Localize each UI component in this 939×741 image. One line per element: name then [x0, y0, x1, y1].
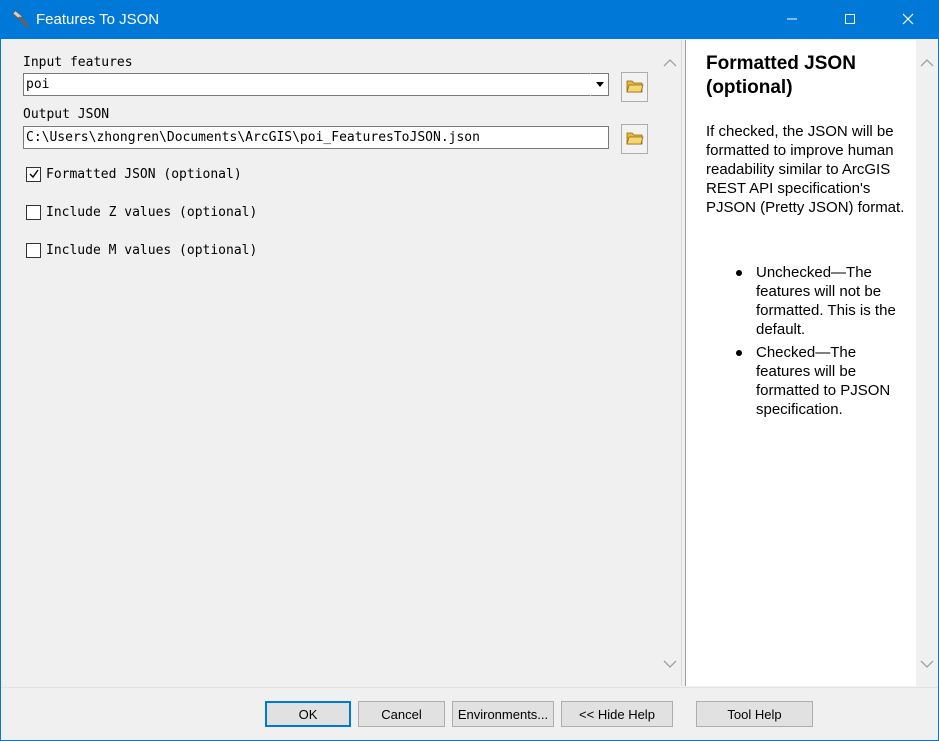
tool-help-button[interactable]: Tool Help	[696, 701, 813, 727]
help-pane: Formatted JSON (optional) If checked, th…	[686, 40, 916, 686]
tool-dialog: Features To JSON Input features poi Outp…	[0, 0, 939, 741]
ok-button[interactable]: OK	[265, 701, 351, 727]
include-m-label: Include M values (optional)	[46, 242, 258, 258]
input-features-dropdown[interactable]: poi	[23, 73, 609, 96]
input-features-label: Input features	[23, 55, 133, 70]
close-icon	[902, 13, 914, 28]
parameters-scrollbar[interactable]	[659, 40, 681, 686]
cancel-button[interactable]: Cancel	[358, 701, 445, 727]
formatted-json-checkbox[interactable]	[26, 166, 41, 182]
browse-input-button[interactable]	[621, 72, 648, 102]
help-list-item: Unchecked—The features will not be forma…	[736, 263, 911, 339]
chevron-up-icon[interactable]	[919, 55, 935, 71]
help-body: If checked, the JSON will be formatted t…	[706, 123, 905, 216]
chevron-down-icon[interactable]	[662, 656, 678, 672]
formatted-json-option[interactable]: Formatted JSON (optional)	[26, 165, 242, 183]
output-json-label: Output JSON	[23, 107, 110, 122]
browse-output-button[interactable]	[621, 124, 648, 154]
include-z-checkbox[interactable]	[26, 204, 41, 220]
help-title: Formatted JSON (optional)	[706, 53, 856, 98]
folder-open-icon	[625, 130, 644, 149]
help-scrollbar[interactable]	[916, 40, 938, 686]
chevron-down-icon[interactable]	[919, 656, 935, 672]
hammer-icon	[11, 10, 31, 30]
window-title: Features To JSON	[36, 11, 160, 28]
include-m-option[interactable]: Include M values (optional)	[26, 241, 257, 259]
parameters-pane: Input features poi Output JSON C:\Users\…	[3, 40, 659, 686]
include-z-label: Include Z values (optional)	[46, 204, 258, 220]
title-bar[interactable]: Features To JSON	[1, 1, 938, 39]
minimize-icon	[786, 13, 798, 28]
include-m-checkbox[interactable]	[26, 242, 41, 258]
dropdown-arrow[interactable]	[590, 73, 609, 96]
button-bar: OK Cancel Environments... << Hide Help T…	[1, 687, 938, 740]
environments-button[interactable]: Environments...	[452, 701, 554, 727]
chevron-up-icon[interactable]	[662, 55, 678, 71]
close-button[interactable]	[885, 1, 931, 39]
minimize-button[interactable]	[769, 1, 815, 39]
chevron-down-icon	[595, 77, 605, 92]
folder-open-icon	[625, 78, 644, 97]
maximize-button[interactable]	[827, 1, 873, 39]
bullet-icon	[736, 270, 742, 276]
maximize-icon	[844, 13, 856, 28]
help-list: Unchecked—The features will not be forma…	[736, 263, 911, 423]
help-list-item: Checked—The features will be formatted t…	[736, 343, 911, 419]
include-z-option[interactable]: Include Z values (optional)	[26, 203, 257, 221]
hide-help-button[interactable]: << Hide Help	[561, 701, 673, 727]
formatted-json-label: Formatted JSON (optional)	[46, 166, 242, 182]
output-json-input[interactable]: C:\Users\zhongren\Documents\ArcGIS\poi_F…	[23, 126, 609, 149]
bullet-icon	[736, 350, 742, 356]
